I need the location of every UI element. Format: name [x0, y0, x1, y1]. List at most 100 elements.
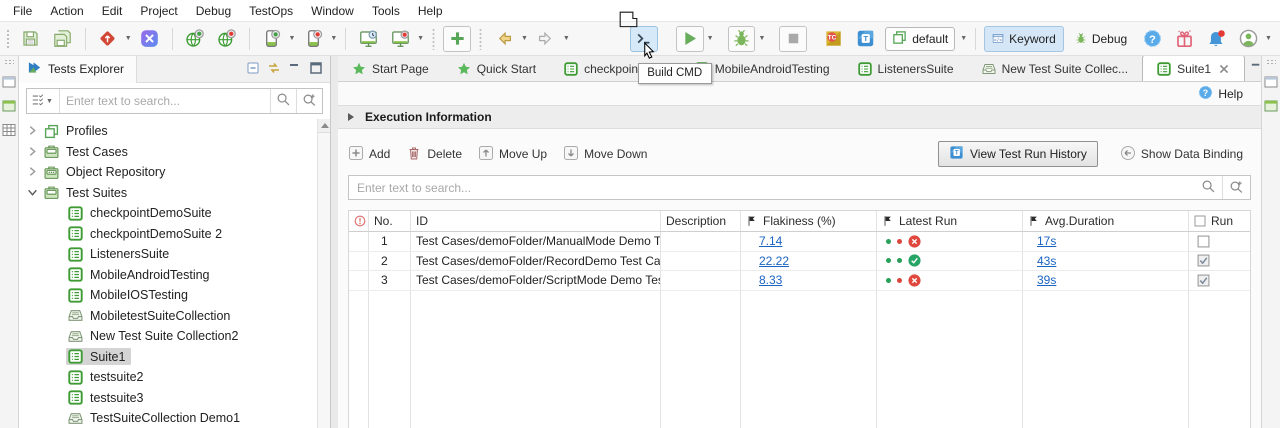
account-icon-dropdown-icon[interactable]: ▼ [1265, 35, 1272, 42]
link-with-editor-button[interactable] [266, 60, 284, 78]
minimized-table-view-icon[interactable] [1, 122, 17, 138]
tree-item-body[interactable]: New Test Suite Collection2 [66, 328, 244, 345]
panel-sash[interactable] [331, 56, 338, 428]
left-bar-grip[interactable] [4, 59, 14, 65]
tree-item-body[interactable]: TestSuiteCollection Demo1 [66, 410, 246, 427]
git-icon[interactable] [94, 26, 122, 52]
editor-tab-new-test-suite-collec-[interactable]: New Test Suite Collec... [968, 56, 1143, 81]
tree-expander-icon[interactable] [27, 166, 39, 178]
add-element-icon[interactable] [443, 25, 472, 52]
minimized-editor-icon[interactable] [1, 74, 17, 90]
tree-item[interactable]: Test Suites [19, 183, 330, 204]
explorer-search-input[interactable] [59, 94, 270, 108]
flakiness-link[interactable]: 7.14 [759, 234, 782, 248]
table-row[interactable]: 1 Test Cases/demoFolder/ManualMode Demo T… [349, 232, 1250, 252]
tree-item-body[interactable]: testsuite3 [66, 389, 150, 406]
menu-testops[interactable]: TestOps [240, 2, 302, 20]
avg-duration-link[interactable]: 17s [1037, 234, 1056, 248]
account-icon[interactable] [1234, 26, 1262, 52]
minimized-tests-view-icon[interactable] [1, 98, 17, 114]
collapse-all-button[interactable] [245, 60, 263, 78]
back-icon[interactable] [490, 26, 518, 52]
help-link[interactable]: Help [1218, 87, 1243, 101]
editor-tab-suite1[interactable]: Suite1 [1142, 55, 1246, 81]
tree-item[interactable]: MobiletestSuiteCollection [19, 306, 330, 327]
execution-information-section[interactable]: Execution Information [338, 105, 1261, 129]
menu-window[interactable]: Window [302, 2, 363, 20]
search-button[interactable] [270, 89, 296, 113]
tree-item-body[interactable]: checkpointDemoSuite [66, 205, 218, 222]
tree-item[interactable]: ListenersSuite [19, 244, 330, 265]
add-button[interactable]: Add [348, 145, 390, 164]
forward-icon-dropdown-icon[interactable]: ▼ [563, 35, 570, 42]
tree-item[interactable]: testsuite2 [19, 367, 330, 388]
run-checkbox-checked[interactable] [1197, 274, 1210, 287]
column-header-flakiness-[interactable]: Flakiness (%) [741, 211, 877, 231]
restore-editor-icon[interactable] [1263, 74, 1279, 90]
debug-run-button[interactable] [727, 25, 756, 52]
minimize-view-button[interactable] [287, 60, 305, 78]
help-icon[interactable]: ? [1198, 85, 1218, 103]
debug-view-button[interactable]: Debug [1068, 26, 1134, 52]
delete-button[interactable]: Delete [406, 145, 462, 164]
column-header-run[interactable]: Run [1189, 211, 1250, 231]
tree-item-body[interactable]: checkpointDemoSuite 2 [66, 225, 228, 242]
restore-view-icon[interactable] [1263, 98, 1279, 114]
testcloud-icon[interactable]: TC [819, 26, 847, 52]
tree-item[interactable]: TestSuiteCollection Demo1 [19, 408, 330, 428]
help-icon[interactable]: ? [1138, 26, 1166, 52]
tree-item[interactable]: checkpointDemoSuite 2 [19, 224, 330, 245]
toolbar-grip[interactable] [6, 28, 11, 49]
right-bar-grip[interactable] [1266, 59, 1276, 65]
avg-duration-link[interactable]: 43s [1037, 254, 1056, 268]
menu-project[interactable]: Project [131, 2, 186, 20]
table-advanced-search-button[interactable] [1222, 176, 1250, 199]
tree-item[interactable]: Suite1 [19, 347, 330, 368]
tree-item-body[interactable]: MobileAndroidTesting [66, 266, 216, 283]
tree-item[interactable]: Object Repository [19, 162, 330, 183]
editor-tab-start-page[interactable]: Start Page [338, 56, 443, 81]
record-web-stop-icon[interactable] [213, 26, 241, 52]
run-checkbox-checked[interactable] [1197, 254, 1210, 267]
katalon-ai-icon[interactable] [136, 26, 164, 52]
record-web-icon[interactable] [181, 26, 209, 52]
flakiness-link[interactable]: 8.33 [759, 273, 782, 287]
tree-item[interactable]: Test Cases [19, 142, 330, 163]
record-mobile-stop-icon-dropdown-icon[interactable]: ▼ [330, 35, 337, 42]
tree-expander-icon[interactable] [27, 146, 39, 158]
tree-item-body[interactable]: Profiles [42, 123, 114, 140]
tree-item-body[interactable]: MobiletestSuiteCollection [66, 307, 236, 324]
tree-item-body[interactable]: MobileIOSTesting [66, 287, 194, 304]
tree-expander-icon[interactable] [27, 125, 39, 137]
record-mobile-icon-dropdown-icon[interactable]: ▼ [288, 35, 295, 42]
tree-item-body[interactable]: Suite1 [66, 348, 132, 366]
stop-button[interactable] [779, 25, 808, 52]
editor-tab-quick-start[interactable]: Quick Start [443, 56, 550, 81]
git-icon-dropdown-icon[interactable]: ▼ [125, 35, 132, 42]
tree-expander-icon[interactable] [27, 187, 39, 199]
save-icon[interactable] [17, 26, 45, 52]
back-icon-dropdown-icon[interactable]: ▼ [521, 35, 528, 42]
advanced-search-button[interactable] [296, 89, 322, 113]
avg-duration-link[interactable]: 39s [1037, 273, 1056, 287]
menu-help[interactable]: Help [409, 2, 452, 20]
flakiness-link[interactable]: 22.22 [759, 254, 789, 268]
record-mobile-stop-icon[interactable] [299, 26, 327, 52]
search-filter-button[interactable]: ▼ [27, 89, 60, 113]
tree-item-body[interactable]: Test Cases [42, 143, 134, 160]
tests-explorer-view-tab[interactable]: Tests Explorer [19, 55, 138, 83]
tree-item-body[interactable]: ListenersSuite [66, 246, 175, 263]
tree-item[interactable]: Profiles [19, 121, 330, 142]
run-button[interactable] [675, 25, 704, 52]
column-header-description[interactable]: Description [661, 211, 741, 231]
tree-item-body[interactable]: Object Repository [42, 164, 171, 181]
column-header-alert[interactable] [349, 211, 369, 231]
tree-item[interactable]: checkpointDemoSuite [19, 203, 330, 224]
column-header-id[interactable]: ID [411, 211, 661, 231]
menu-file[interactable]: File [4, 2, 41, 20]
menu-action[interactable]: Action [41, 2, 92, 20]
save-all-icon[interactable] [49, 26, 77, 52]
column-header-latest-run[interactable]: Latest Run [877, 211, 1023, 231]
spy-web-icon[interactable] [354, 26, 382, 52]
record-mobile-icon[interactable] [258, 26, 286, 52]
